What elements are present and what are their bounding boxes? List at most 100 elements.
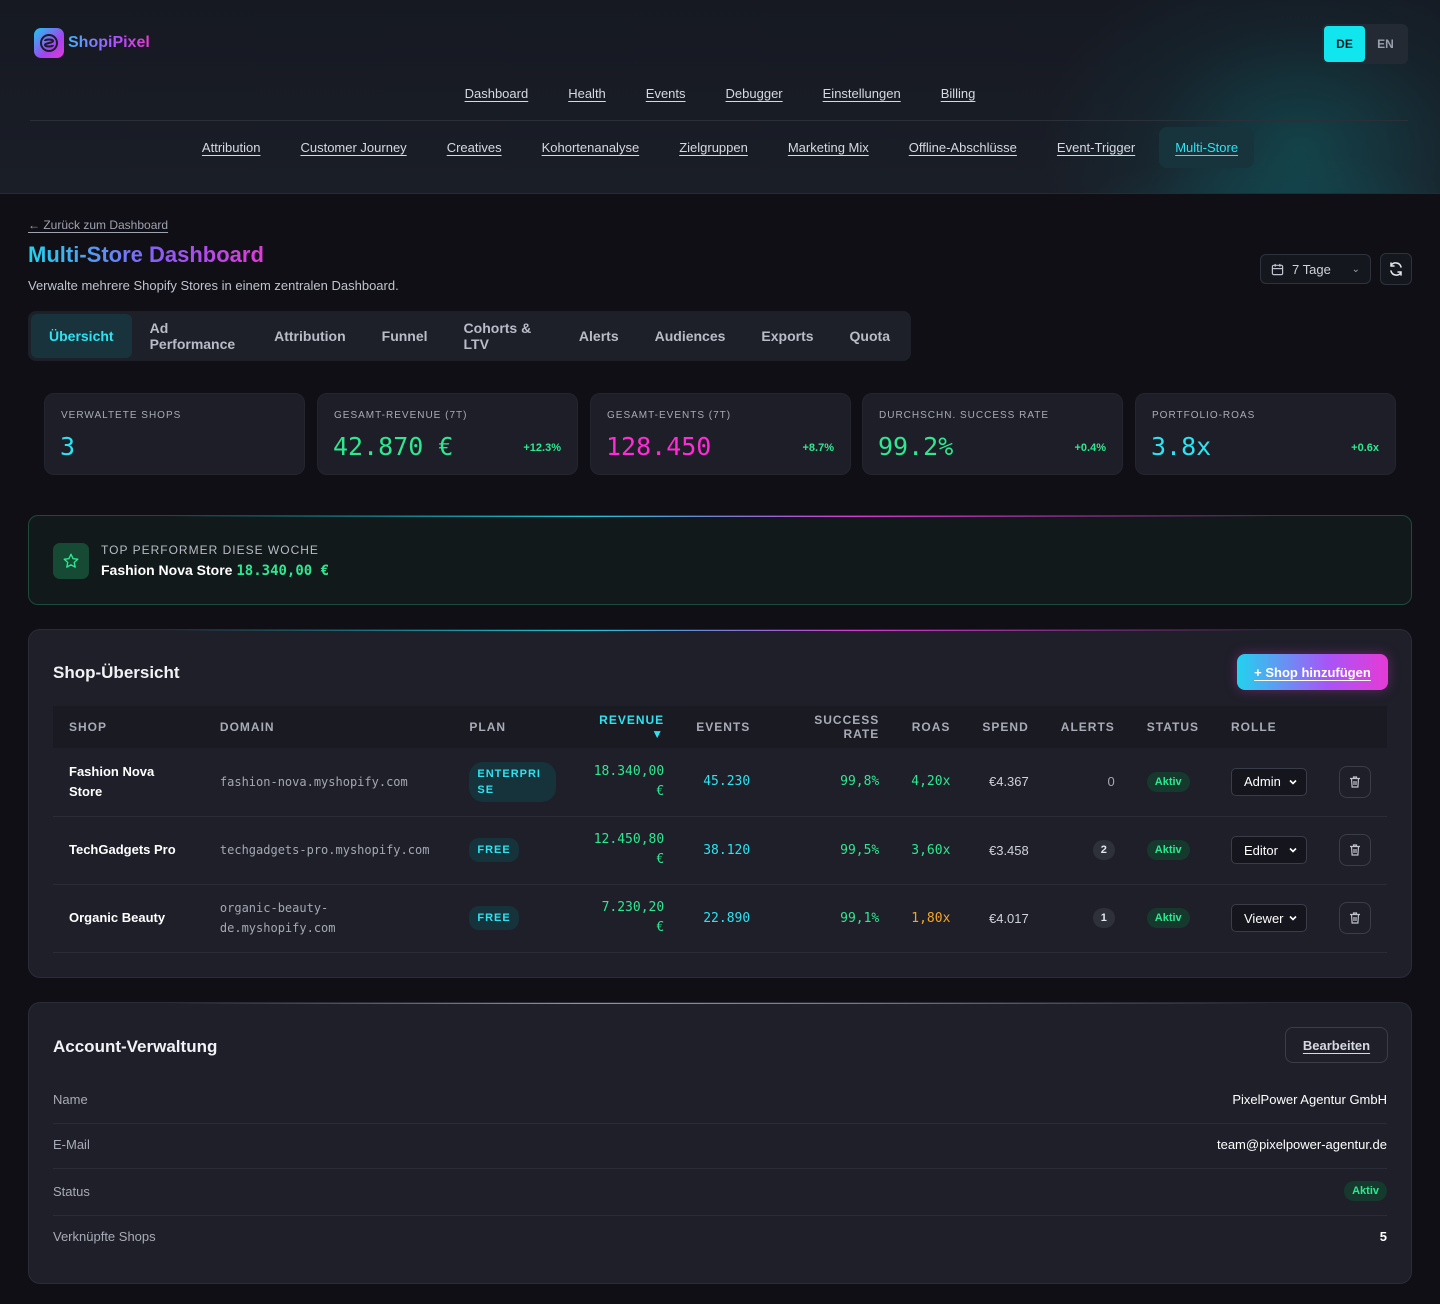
nav-customer-journey[interactable]: Customer Journey [300,140,406,155]
nav-debugger[interactable]: Debugger [726,86,783,101]
nav-marketing-mix[interactable]: Marketing Mix [788,140,869,155]
tab-audiences[interactable]: Audiences [637,314,744,358]
kpi-card-shops: VERWALTETE SHOPS 3 [44,393,305,475]
tab-exports[interactable]: Exports [743,314,831,358]
brand-name: ShopiPixel [68,34,150,51]
nav-kohortenanalyse[interactable]: Kohortenanalyse [542,140,640,155]
back-to-dashboard-link[interactable]: ← Zurück zum Dashboard [28,218,168,232]
table-row[interactable]: TechGadgets Pro techgadgets-pro.myshopif… [53,816,1387,885]
tab-funnel[interactable]: Funnel [364,314,446,358]
chevron-down-icon: ⌄ [1351,263,1360,275]
shop-roas: 3,60x [895,816,967,885]
primary-nav: Dashboard Health Events Debugger Einstel… [0,86,1440,101]
top-performer-value: Fashion Nova Store 18.340,00 € [101,562,329,579]
shop-success-rate: 99,8% [766,748,896,817]
account-row-name: Name PixelPower Agentur GmbH [53,1092,1387,1107]
role-value: Admin [1244,774,1281,790]
kpi-card-success-rate: DURCHSCHN. SUCCESS RATE 99.2% +0.4% [862,393,1123,475]
brand-logo[interactable]: ShopiPixel [34,28,150,58]
col-rolle[interactable]: ROLLE [1215,706,1323,748]
kpi-label: GESAMT-REVENUE (7T) [334,410,468,421]
language-switcher: DE EN [1322,24,1408,64]
delete-shop-button[interactable] [1339,765,1371,798]
shop-events: 45.230 [680,748,767,817]
refresh-button[interactable] [1380,253,1412,285]
nav-health[interactable]: Health [568,86,606,101]
col-spend[interactable]: SPEND [966,706,1044,748]
edit-account-button[interactable]: Bearbeiten [1285,1027,1388,1063]
nav-offline-abschluesse[interactable]: Offline-Abschlüsse [909,140,1017,155]
account-value: team@pixelpower-agentur.de [1216,1137,1387,1152]
nav-events[interactable]: Events [646,86,686,101]
trash-icon [1350,912,1360,924]
divider [53,1168,1387,1169]
account-key: Verknüpfte Shops [53,1229,156,1244]
tab-alerts[interactable]: Alerts [561,314,637,358]
account-row-email: E-Mail team@pixelpower-agentur.de [53,1137,1387,1152]
kpi-value: 128.450 [606,432,712,461]
shop-success-rate: 99,1% [766,884,896,953]
tab-attribution[interactable]: Attribution [256,314,364,358]
nav-event-trigger[interactable]: Event-Trigger [1057,140,1135,155]
shop-roas: 4,20x [895,748,967,817]
shop-domain: techgadgets-pro.myshopify.com [203,816,454,885]
role-value: Editor [1244,842,1278,858]
shop-domain: organic-beauty-de.myshopify.com [203,884,454,953]
nav-zielgruppen[interactable]: Zielgruppen [679,140,748,155]
kpi-label: DURCHSCHN. SUCCESS RATE [879,410,1050,421]
tab-cohorts-ltv[interactable]: Cohorts & LTV [446,314,561,358]
shop-events: 22.890 [680,884,767,953]
col-plan[interactable]: PLAN [453,706,572,748]
role-value: Viewer [1244,910,1284,926]
kpi-value: 99.2% [878,432,954,461]
account-value: 5 [1379,1229,1387,1244]
col-roas[interactable]: ROAS [895,706,966,748]
col-success-rate[interactable]: SUCCESS RATE [766,706,895,748]
lang-de-button[interactable]: DE [1324,26,1365,62]
lang-en-button[interactable]: EN [1365,26,1406,62]
nav-attribution[interactable]: Attribution [202,140,261,155]
role-select[interactable]: Admin [1231,767,1307,796]
table-row[interactable]: Organic Beauty organic-beauty-de.myshopi… [53,884,1387,953]
nav-multi-store[interactable]: Multi-Store [1159,126,1255,168]
role-select[interactable]: Editor [1231,836,1307,864]
col-domain[interactable]: DOMAIN [204,706,453,748]
logo-mark-icon [34,28,64,58]
role-select[interactable]: Viewer [1231,904,1307,932]
tab-quota[interactable]: Quota [832,314,908,358]
tab-uebersicht[interactable]: Übersicht [31,314,132,358]
date-range-select[interactable]: 7 Tage ⌄ [1260,254,1371,284]
col-revenue[interactable]: REVENUE ▼ [572,706,680,748]
shop-name: TechGadgets Pro [53,816,204,885]
tab-ad-performance[interactable]: Ad Performance [132,314,257,358]
shop-table: SHOP DOMAIN PLAN REVENUE ▼ EVENTS SUCCES… [53,706,1387,953]
add-shop-button[interactable]: + Shop hinzufügen [1237,654,1388,690]
refresh-icon [1390,262,1402,276]
nav-billing[interactable]: Billing [941,86,976,101]
nav-dashboard[interactable]: Dashboard [465,86,529,101]
shop-events: 38.120 [680,816,767,885]
account-key: E-Mail [53,1137,90,1152]
kpi-value: 42.870 € [333,432,454,461]
kpi-value: 3 [60,432,76,461]
plan-badge: ENTERPRISE [469,761,557,802]
shop-overview-panel: Shop-Übersicht + Shop hinzufügen SHOP DO… [28,629,1412,978]
col-alerts[interactable]: ALERTS [1045,706,1131,748]
delete-shop-button[interactable] [1339,902,1371,934]
table-row[interactable]: Fashion Nova Store fashion-nova.myshopif… [53,748,1387,817]
shop-name: Fashion Nova Store [53,748,204,817]
col-events[interactable]: EVENTS [680,706,766,748]
col-shop[interactable]: SHOP [53,706,204,748]
alert-count-badge: 2 [1092,840,1115,860]
account-key: Name [53,1092,88,1107]
chevron-down-icon [1289,915,1297,921]
nav-creatives[interactable]: Creatives [447,140,502,155]
delete-shop-button[interactable] [1339,834,1371,866]
nav-einstellungen[interactable]: Einstellungen [823,86,901,101]
col-status[interactable]: STATUS [1131,706,1215,748]
kpi-card-roas: PORTFOLIO-ROAS 3.8x +0.6x [1135,393,1396,475]
kpi-change: +0.4% [1074,442,1107,454]
kpi-change: +8.7% [802,442,835,454]
kpi-card-revenue: GESAMT-REVENUE (7T) 42.870 € +12.3% [317,393,578,475]
kpi-card-events: GESAMT-EVENTS (7T) 128.450 +8.7% [590,393,851,475]
